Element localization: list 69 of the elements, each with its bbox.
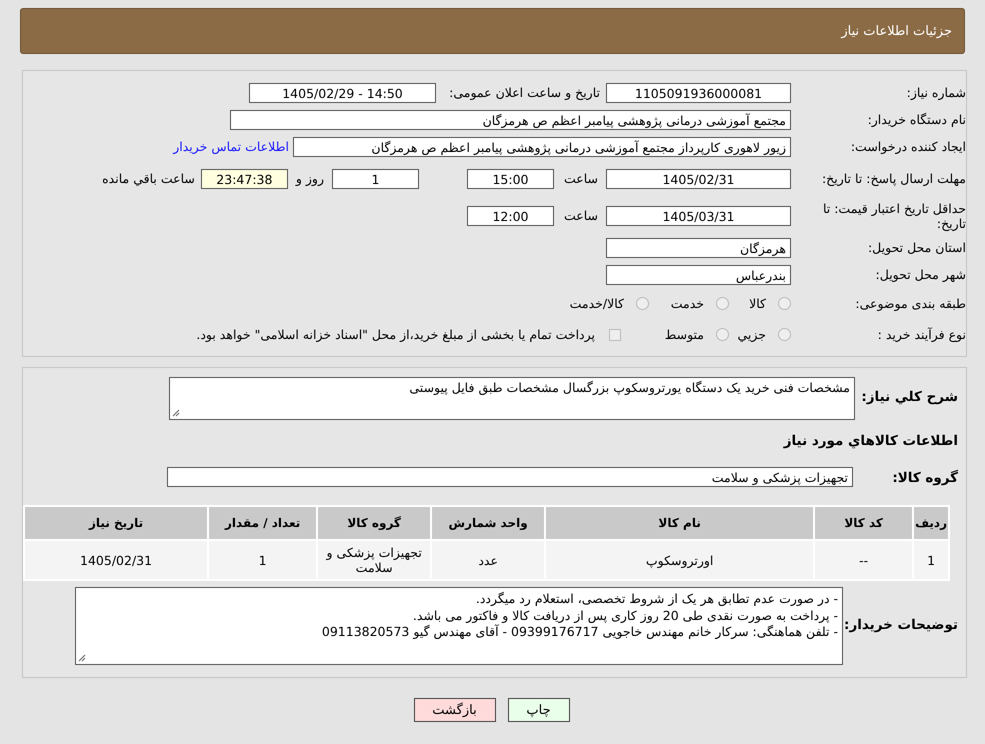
field-label: تاریخ و ساعت اعلان عمومی: [448,85,601,100]
summary-textarea[interactable]: مشخصات فنی خرید یک دستگاه یورتروسکوپ بزرگسال مشخصات طبق فایل پیوستی [169,377,855,420]
table-cell: تجهیزات پزشکی و سلامت [317,540,432,580]
back-button[interactable]: بازگشت [414,698,496,722]
city-field[interactable]: بندرعباس [606,264,791,284]
announce-date-field[interactable]: 1405/02/29 - 14:50 [249,82,436,102]
column-header: نام کالا [545,506,814,540]
radio-button[interactable] [636,297,649,310]
time-field[interactable]: 15:00 [467,168,554,188]
field-label: روز و [294,171,325,186]
field-label: ساعت [562,171,599,186]
goods-group-field[interactable]: تجهیزات پزشکی و سلامت [167,467,853,487]
field-label: شهر محل تحویل: [876,267,966,282]
treasury-note: پرداخت تمام یا بخشی از مبلغ خرید،از محل "اسناد خزانه اسلامی" خواهد بود. [196,327,595,342]
need-number-field[interactable]: 1105091936000081 [606,82,791,102]
note-line: - پرداخت به صورت نقدی طی 20 روز کاری پس از دریافت کالا و فاکتور می باشد. [412,608,838,624]
countdown-field[interactable]: 23:47:38 [200,168,288,188]
radio-label: خدمت [670,296,704,311]
radio-button[interactable] [778,328,791,341]
field-label: شماره نیاز: [906,85,966,100]
notes-textarea[interactable] [75,587,843,665]
radio-button[interactable] [716,297,729,310]
column-header: گروه کالا [317,506,432,540]
field-label: حداقل تاریخ اعتبار قیمت: تا تاریخ: [822,200,966,230]
days-field[interactable]: 1 [332,168,419,188]
section-heading: اطلاعات کالاهاي مورد نياز [782,432,959,451]
field-label: شرح کلي نياز: [860,388,959,405]
buyer-field[interactable]: مجتمع آموزشی درمانی پژوهشی پیامبر اعظم ص هرمزگان [230,110,791,130]
column-header: کد کالا [814,506,914,540]
table-cell: 1 [913,540,949,580]
table-cell: عدد [431,540,546,580]
table-cell: 1405/02/31 [24,540,208,580]
note-line: - در صورت عدم تطابق هر یک از شروط تخصصی، استعلام رد میگردد. [474,591,838,608]
field-label: توضیحات خریدار: [843,616,959,633]
column-header: تاریخ نیاز [24,506,208,540]
field-label: گروه کالا: [891,468,959,486]
summary-text: مشخصات فنی خرید یک دستگاه یورتروسکوپ بزرگسال مشخصات طبق فایل پیوستی [409,380,850,395]
page-title: جزئیات اطلاعات نیاز [841,24,952,38]
field-label: ساعت باقي مانده [101,171,196,186]
province-field[interactable]: هرمزگان [606,238,791,258]
radio-label: جزيي [737,327,766,342]
field-label: مهلت ارسال پاسخ: تا تاریخ: [822,171,966,186]
field-label: استان محل تحویل: [868,240,966,255]
table-cell: 1 [208,540,318,580]
column-header: تعداد / مقدار [208,506,318,540]
date-field[interactable]: 1405/03/31 [606,206,791,226]
creator-field[interactable]: زیور لاهوری کارپرداز مجتمع آموزشی درمانی پژوهشی پیامبر اعظم ص هرمزگان [293,136,791,156]
date-field[interactable]: 1405/02/31 [606,168,791,188]
print-button[interactable]: چاپ [508,698,570,722]
radio-label: متوسط [664,327,704,342]
resize-grip-icon[interactable] [78,654,86,662]
field-label: ساعت [562,208,599,223]
field-label: نوع فرآیند خرید : [878,327,966,342]
time-field[interactable]: 12:00 [467,206,554,226]
radio-label: كالا/خدمت [570,296,624,311]
field-label: نام دستگاه خریدار: [868,112,966,127]
column-header: ردیف [913,506,949,540]
radio-label: كالا [749,296,766,311]
field-label: طبقه بندی موضوعی: [855,296,966,311]
note-line: - تلفن هماهنگی: سرکار خانم مهندس خاجویی 09399176717 - آقای مهندس گیو 09113820573 [320,624,838,640]
checkbox[interactable] [609,328,621,340]
radio-button[interactable] [778,297,791,310]
table-cell: اورتروسکوپ [545,540,814,580]
table-cell: -- [814,540,914,580]
field-label: ایجاد کننده درخواست: [850,139,966,154]
contact-link[interactable]: اطلاعات تماس خریدار [173,139,289,154]
radio-button[interactable] [716,328,729,341]
resize-grip-icon[interactable] [172,409,180,417]
column-header: واحد شمارش [431,506,546,540]
